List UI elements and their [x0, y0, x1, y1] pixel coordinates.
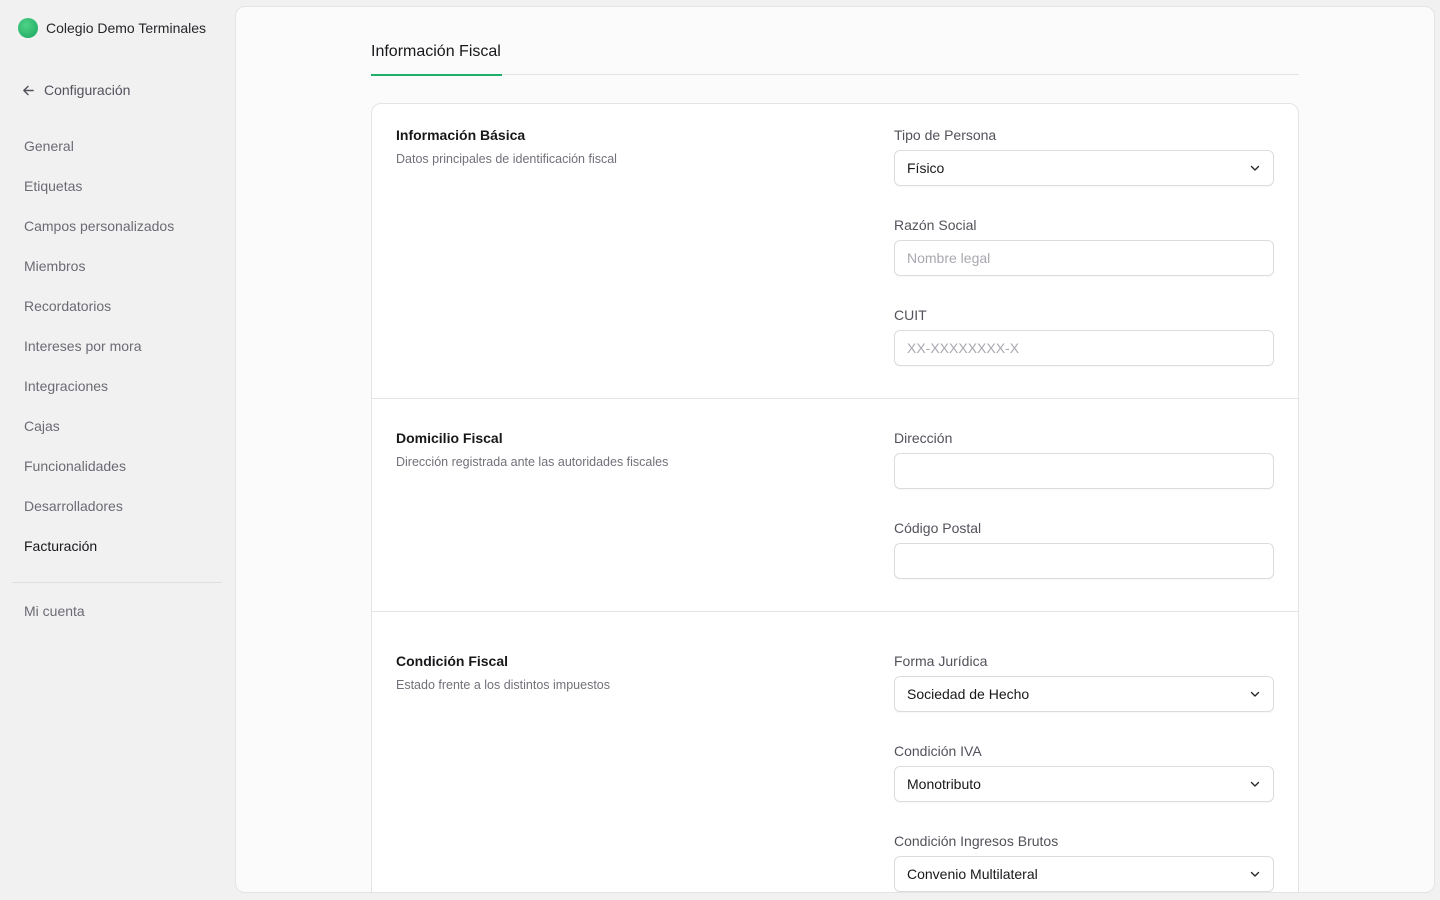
forma-juridica-select[interactable]: Sociedad de Hecho	[894, 676, 1274, 712]
field-label: CUIT	[894, 307, 927, 323]
tipo-persona-select[interactable]: Físico	[894, 150, 1274, 186]
sidebar-item-recordatorios[interactable]: Recordatorios	[12, 286, 222, 326]
field-label: Condición IVA	[894, 743, 982, 759]
cuit-input[interactable]	[907, 331, 1261, 365]
select-value: Sociedad de Hecho	[907, 686, 1030, 702]
field-label: Tipo de Persona	[894, 127, 997, 143]
tab-bar: Información Fiscal	[371, 7, 1299, 76]
settings-nav: General Etiquetas Campos personalizados …	[12, 126, 222, 566]
razon-social-field[interactable]	[894, 240, 1274, 276]
field-label: Condición Ingresos Brutos	[894, 833, 1059, 849]
select-value: Monotributo	[907, 776, 981, 792]
org-logo-icon	[18, 18, 38, 38]
chevron-down-icon	[1250, 165, 1260, 171]
select-value: Físico	[907, 160, 945, 176]
condicion-ingresos-brutos-select[interactable]: Convenio Multilateral	[894, 856, 1274, 892]
back-label: Configuración	[44, 82, 131, 98]
sidebar-item-funcionalidades[interactable]: Funcionalidades	[12, 446, 222, 486]
arrow-left-icon	[23, 85, 34, 95]
org-switcher[interactable]: Colegio Demo Terminales	[18, 18, 206, 38]
field-label: Razón Social	[894, 217, 977, 233]
chevron-down-icon	[1250, 781, 1260, 787]
section-description: Estado frente a los distintos impuestos	[396, 678, 611, 692]
org-name: Colegio Demo Terminales	[46, 20, 207, 36]
field-label: Código Postal	[894, 520, 982, 536]
section-description: Datos principales de identificación fisc…	[396, 152, 617, 166]
condicion-iva-select[interactable]: Monotributo	[894, 766, 1274, 802]
sidebar-item-cajas[interactable]: Cajas	[12, 406, 222, 446]
section-title: Domicilio Fiscal	[396, 430, 503, 446]
direccion-field[interactable]	[894, 453, 1274, 489]
chevron-down-icon	[1250, 691, 1260, 697]
sidebar-item-etiquetas[interactable]: Etiquetas	[12, 166, 222, 206]
field-label: Forma Jurídica	[894, 653, 988, 669]
codigo-postal-field[interactable]	[894, 543, 1274, 579]
razon-social-input[interactable]	[907, 241, 1261, 275]
codigo-postal-input[interactable]	[907, 544, 1261, 578]
sidebar-item-general[interactable]: General	[12, 126, 222, 166]
cuit-field[interactable]	[894, 330, 1274, 366]
direccion-input[interactable]	[907, 454, 1261, 488]
tab-informacion-fiscal[interactable]: Información Fiscal	[371, 43, 502, 76]
sidebar-item-integraciones[interactable]: Integraciones	[12, 366, 222, 406]
section-description: Dirección registrada ante las autoridade…	[396, 455, 669, 469]
section-title: Condición Fiscal	[396, 653, 509, 669]
sidebar-item-desarrolladores[interactable]: Desarrolladores	[12, 486, 222, 526]
main-panel: Información Fiscal Información Básica Da…	[235, 6, 1435, 893]
back-to-settings-link[interactable]: Configuración	[22, 80, 130, 100]
sidebar-item-mi-cuenta[interactable]: Mi cuenta	[12, 591, 222, 631]
section-condicion-fiscal: Condición Fiscal Estado frente a los dis…	[372, 611, 1298, 892]
sidebar-item-intereses-por-mora[interactable]: Intereses por mora	[12, 326, 222, 366]
section-title: Información Básica	[396, 127, 526, 143]
sidebar: Colegio Demo Terminales Configuración Ge…	[0, 0, 234, 900]
sidebar-divider	[12, 582, 222, 583]
select-value: Convenio Multilateral	[907, 866, 1038, 882]
sidebar-item-miembros[interactable]: Miembros	[12, 246, 222, 286]
section-informacion-basica: Información Básica Datos principales de …	[372, 104, 1298, 398]
field-label: Dirección	[894, 430, 953, 446]
chevron-down-icon	[1250, 871, 1260, 877]
sidebar-item-campos-personalizados[interactable]: Campos personalizados	[12, 206, 222, 246]
fiscal-form-card: Información Básica Datos principales de …	[371, 103, 1299, 892]
sidebar-item-facturacion[interactable]: Facturación	[12, 526, 222, 566]
section-domicilio-fiscal: Domicilio Fiscal Dirección registrada an…	[372, 398, 1298, 611]
